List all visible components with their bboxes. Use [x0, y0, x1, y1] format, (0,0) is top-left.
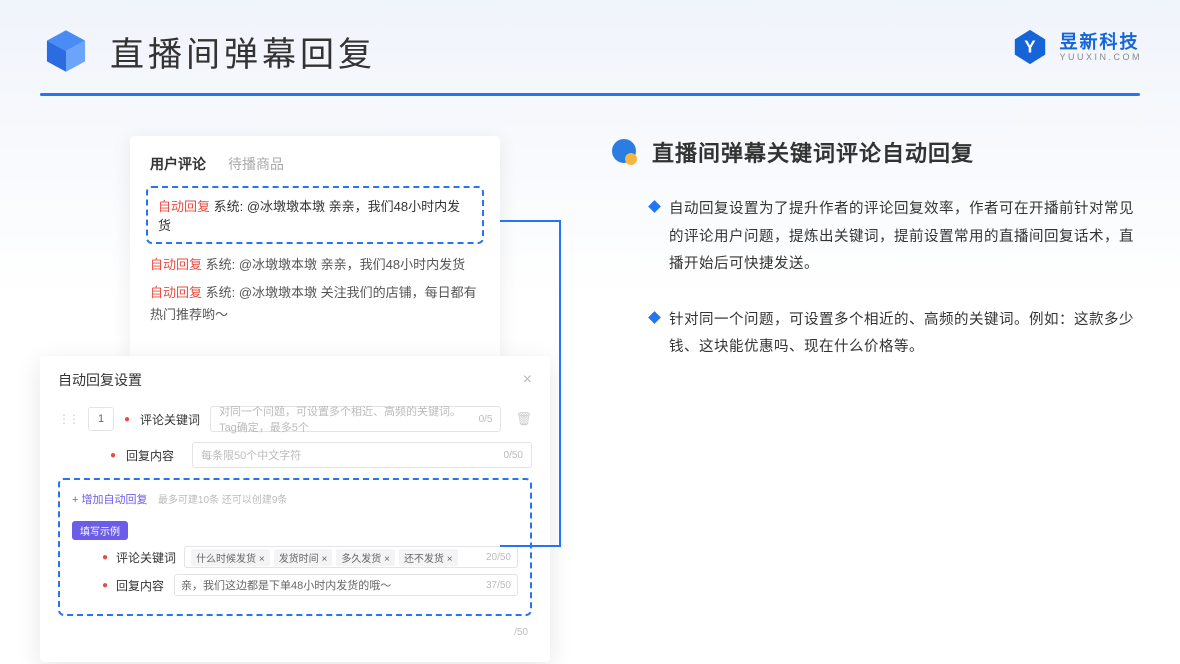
bullet-item: 针对同一个问题，可设置多个相近的、高频的关键词。例如：这款多少钱、这块能优惠吗、…: [610, 307, 1140, 362]
required-dot: ●: [110, 450, 116, 461]
drag-handle-icon[interactable]: ⋮⋮: [58, 412, 78, 426]
bullet-item: 自动回复设置为了提升作者的评论回复效率，作者可在开播前针对常见的评论用户问题，提…: [610, 196, 1140, 279]
delete-icon[interactable]: 🗑: [515, 411, 532, 427]
auto-reply-settings-modal: 自动回复设置 × ⋮⋮ 1 ● 评论关键词 对同一个问题，可设置多个相近、高频的…: [40, 356, 550, 662]
logo-cube-icon: [40, 25, 92, 77]
example-content: 亲，我们这边都是下单48小时内发货的哦～ 37/50: [174, 574, 518, 596]
label-keyword: 评论关键词: [140, 411, 200, 428]
bottom-count: /50: [514, 627, 528, 638]
bullet-text: 针对同一个问题，可设置多个相近的、高频的关键词。例如：这款多少钱、这块能优惠吗、…: [669, 307, 1140, 362]
tab-pending-goods[interactable]: 待播商品: [228, 154, 284, 174]
content-input[interactable]: 每条限50个中文字符0/50: [192, 442, 532, 468]
label-content: 回复内容: [126, 447, 182, 464]
example-pill: 填写示例: [72, 521, 128, 540]
example-label-keyword: 评论关键词: [116, 549, 176, 566]
example-highlight-box: + 增加自动回复 最多可建10条 还可以创建9条 填写示例 ● 评论关键词 什么…: [58, 478, 532, 616]
modal-title: 自动回复设置: [58, 370, 142, 390]
comment-row: 自动回复 系统: @冰墩墩本墩 关注我们的店铺，每日都有热门推荐哟～: [150, 282, 480, 326]
brand-icon: Y: [1011, 28, 1049, 66]
rule-number: 1: [88, 407, 114, 431]
page-title: 直播间弹幕回复: [110, 27, 376, 76]
keyword-tag: 还不发货 ×: [399, 549, 458, 566]
example-keyword-tags: 什么时候发货 ×发货时间 ×多久发货 ×还不发货 × 20/50: [184, 546, 518, 568]
comments-panel: 用户评论 待播商品 自动回复 系统: @冰墩墩本墩 亲亲，我们48小时内发货 自…: [130, 136, 500, 360]
diamond-icon: [648, 200, 661, 213]
keyword-tag: 什么时候发货 ×: [191, 549, 270, 566]
section-icon: [610, 137, 640, 167]
example-label-content: 回复内容: [116, 577, 166, 594]
add-hint: 最多可建10条 还可以创建9条: [158, 495, 287, 506]
comment-row: 自动回复 系统: @冰墩墩本墩 亲亲，我们48小时内发货: [150, 254, 480, 276]
brand-name-en: YUUXIN.COM: [1059, 53, 1142, 62]
section-title: 直播间弹幕关键词评论自动回复: [652, 136, 974, 168]
close-icon[interactable]: ×: [523, 371, 532, 389]
svg-text:Y: Y: [1025, 38, 1037, 57]
brand-name-cn: 昱新科技: [1059, 33, 1142, 51]
highlighted-comment: 自动回复 系统: @冰墩墩本墩 亲亲，我们48小时内发货: [146, 186, 484, 244]
brand-logo: Y 昱新科技 YUUXIN.COM: [1011, 28, 1142, 66]
keyword-input[interactable]: 对同一个问题，可设置多个相近、高频的关键词。Tag确定，最多5个0/5: [210, 406, 501, 432]
auto-reply-tag: 自动回复: [158, 199, 210, 214]
keyword-tag: 多久发货 ×: [336, 549, 395, 566]
add-auto-reply-link[interactable]: + 增加自动回复: [72, 491, 147, 507]
tab-user-comments[interactable]: 用户评论: [150, 154, 206, 174]
keyword-tag: 发货时间 ×: [274, 549, 333, 566]
required-dot: ●: [124, 414, 130, 425]
bullet-text: 自动回复设置为了提升作者的评论回复效率，作者可在开播前针对常见的评论用户问题，提…: [669, 196, 1140, 279]
diamond-icon: [648, 311, 661, 324]
